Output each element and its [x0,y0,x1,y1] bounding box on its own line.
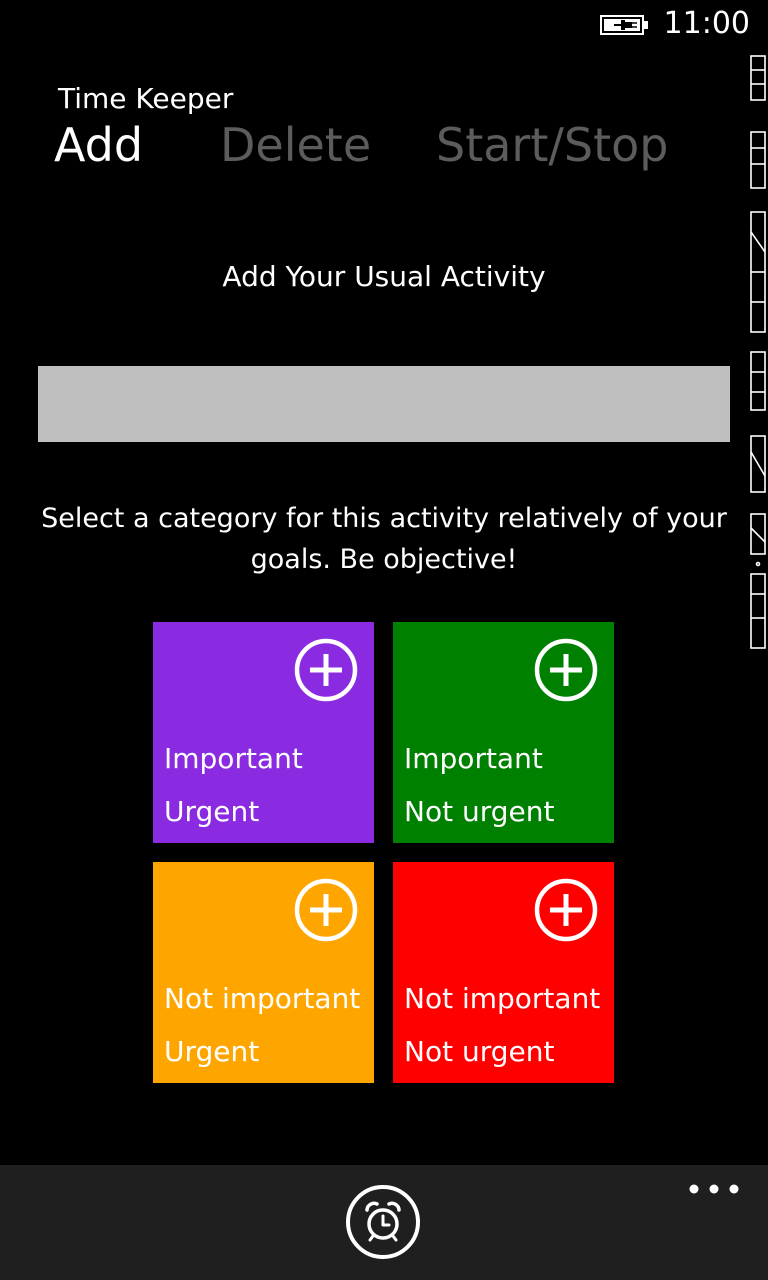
category-tile-not-important-urgent[interactable]: Not important Urgent [153,862,374,1083]
tile-label-line1: Important [404,742,543,775]
tile-label-line2: Urgent [164,795,260,828]
app-title: Time Keeper [58,82,234,115]
app-bar [0,1165,768,1280]
tab-start-stop[interactable]: Start/Stop [436,118,668,172]
category-tile-important-urgent[interactable]: Important Urgent [153,622,374,843]
tab-delete[interactable]: Delete [220,118,371,172]
side-glyph-strip [750,55,766,649]
category-tile-important-not-urgent[interactable]: Important Not urgent [393,622,614,843]
battery-charging-icon [600,15,648,35]
plus-circle-icon [534,638,598,702]
tile-label-line2: Not urgent [404,1035,555,1068]
status-bar: 11:00 [0,0,768,50]
tile-label-line1: Not important [164,982,361,1015]
tile-label-line1: Not important [404,982,601,1015]
alarm-clock-icon[interactable] [345,1184,421,1260]
section-heading: Add Your Usual Activity [222,260,546,293]
activity-input[interactable] [38,366,730,442]
tab-add[interactable]: Add [54,118,143,172]
ellipsis-icon[interactable] [688,1179,740,1199]
tile-label-line1: Important [164,742,303,775]
plus-circle-icon [534,878,598,942]
category-instructions: Select a category for this activity rela… [41,503,727,575]
tile-label-line2: Urgent [164,1035,260,1068]
category-tile-not-important-not-urgent[interactable]: Not important Not urgent [393,862,614,1083]
status-time: 11:00 [663,6,750,41]
tile-label-line2: Not urgent [404,795,555,828]
plus-circle-icon [294,878,358,942]
plus-circle-icon [294,638,358,702]
